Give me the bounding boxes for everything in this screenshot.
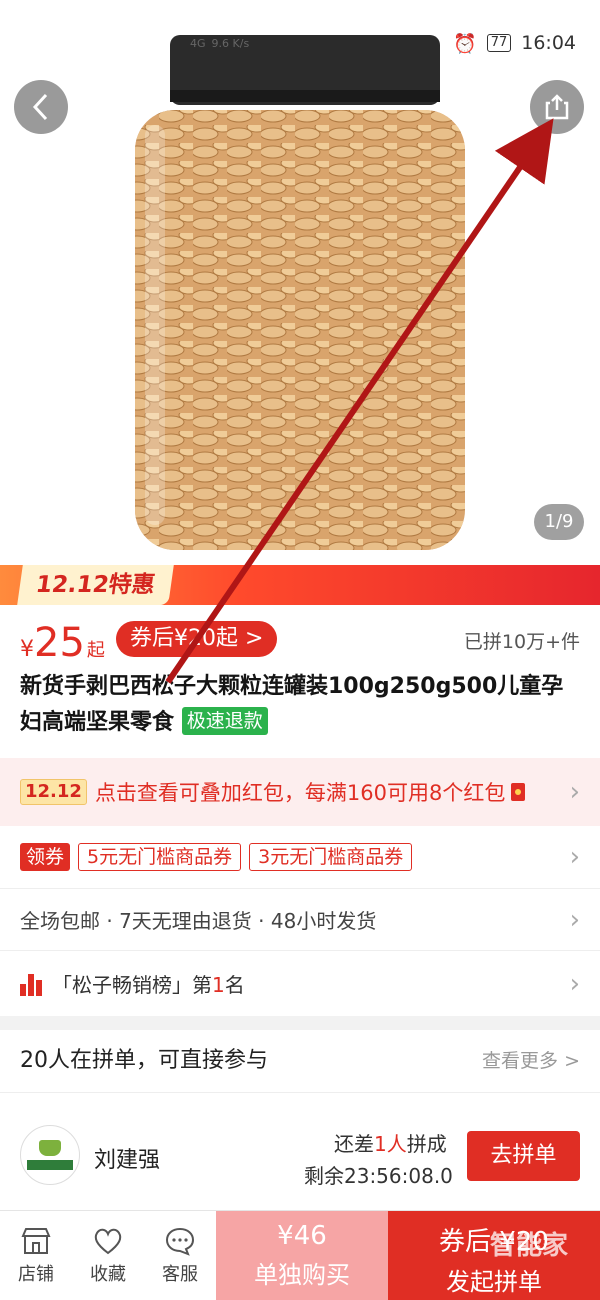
ranking-icon [20,972,42,996]
back-button[interactable] [14,80,68,134]
tab-favorite-label: 收藏 [90,1264,126,1285]
chevron-right-icon: › [569,777,580,807]
start-group-label: 发起拼单 [446,1268,542,1296]
share-icon [545,94,569,120]
ranking-text: 「松子畅销榜」第1名 [52,969,245,998]
watermark: 智能家 [490,1231,569,1261]
group-need-suffix: 拼成 [406,1132,447,1156]
product-image [135,35,465,550]
buy-alone-button[interactable]: ¥46 单独购买 [216,1211,388,1300]
group-remaining-time: 剩余23:56:08.0 [304,1164,453,1188]
network-indicator: 4G [190,36,206,50]
alarm-icon: ⏰ [453,32,477,55]
gallery-page-indicator: 1/9 [534,504,584,540]
ranking-row[interactable]: 「松子畅销榜」第1名 › [0,950,600,1016]
red-envelope-icon [511,783,526,801]
red-packet-banner[interactable]: 12.12 点击查看可叠加红包，每满160可用8个红包 › [0,758,600,826]
coupon-price-button[interactable]: 券后¥20起 > [116,621,278,657]
coupon-row[interactable]: 领券 5元无门槛商品券 3元无门槛商品券 › [0,826,600,888]
product-gallery[interactable]: 4G 9.6 K/s ⏰ 77 16:04 1/9 [0,0,600,565]
tab-shop-label: 店铺 [18,1264,54,1285]
tab-favorite[interactable]: 收藏 [72,1211,144,1300]
ranking-prefix: 「松子畅销榜」第 [52,973,212,997]
coupon-item[interactable]: 5元无门槛商品券 [78,843,242,871]
sold-count: 已拼10万+件 [463,631,580,653]
promo-tag: 12.12特惠 [17,565,174,605]
avatar [20,1125,80,1185]
group-buy-heading: 20人在拼单，可直接参与 [20,1048,268,1073]
chevron-left-icon [32,93,48,121]
product-title: 新货手剥巴西松子大颗粒连罐装100g250g500儿童孕妇高端坚果零食 极速退款 [20,669,585,741]
shop-logo-band [27,1160,73,1170]
status-time: 16:04 [521,32,576,54]
join-group-button[interactable]: 去拼单 [467,1131,580,1181]
shop-icon [21,1228,51,1254]
ranking-number: 1 [212,973,225,997]
group-need: 还差1人拼成 [334,1128,447,1157]
fast-refund-badge: 极速退款 [181,707,268,735]
speed-indicator: 9.6 K/s [211,36,250,50]
tab-shop[interactable]: 店铺 [0,1211,72,1300]
price-suffix: 起 [86,640,105,661]
promo-banner: 12.12特惠 [0,565,600,605]
red-packet-text: 点击查看可叠加红包，每满160可用8个红包 [94,781,506,805]
chevron-right-icon: › [569,904,580,935]
price-section: ¥ 25 起 券后¥20起 > 已拼10万+件 新货手剥巴西松子大颗粒连罐装10… [0,605,600,758]
chat-icon [165,1227,195,1256]
member-name: 刘建强 [94,1148,161,1173]
coupon-item[interactable]: 3元无门槛商品券 [249,843,413,871]
red-packet-tag: 12.12 [20,779,87,805]
service-row[interactable]: 全场包邮 · 7天无理由退货 · 48小时发货 › [0,888,600,950]
share-button[interactable] [530,80,584,134]
price: ¥ 25 起 [20,623,105,663]
status-bar: 4G 9.6 K/s ⏰ 77 16:04 [190,28,576,58]
price-currency: ¥ [20,637,34,662]
view-more-link[interactable]: 查看更多 > [482,1046,580,1073]
battery-icon: 77 [486,34,512,52]
price-value: 25 [34,620,85,666]
buy-alone-label: 单独购买 [254,1261,350,1289]
chevron-right-icon: › [569,842,580,872]
heart-icon [94,1228,122,1255]
divider [0,1092,600,1093]
group-buy-section: 20人在拼单，可直接参与 查看更多 > 刘建强 还差1人拼成 剩余23:56:0… [0,1030,600,1210]
chevron-right-icon: › [569,968,580,999]
coupon-label: 领券 [20,843,71,871]
product-title-text: 新货手剥巴西松子大颗粒连罐装100g250g500儿童孕妇高端坚果零食 [20,674,564,735]
tab-service-label: 客服 [162,1264,198,1285]
group-need-count: 1人 [374,1132,407,1156]
ranking-suffix: 名 [224,973,245,997]
service-text: 全场包邮 · 7天无理由退货 · 48小时发货 [20,909,377,933]
group-need-prefix: 还差 [334,1132,374,1156]
tab-service[interactable]: 客服 [144,1211,216,1300]
buy-alone-price: ¥46 [277,1221,327,1251]
shop-logo-icon [39,1140,61,1156]
